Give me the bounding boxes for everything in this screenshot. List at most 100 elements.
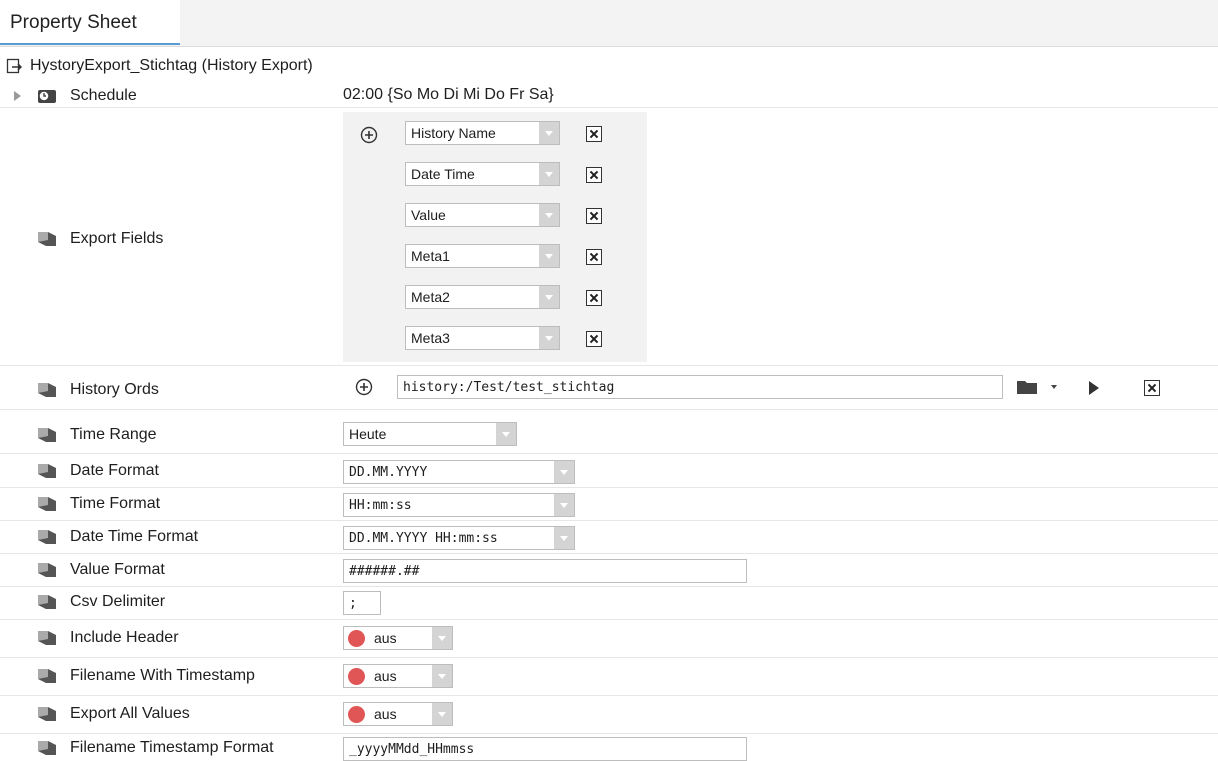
row-value-format: Value Format ######.## (0, 554, 1218, 587)
chevron-down-icon (539, 327, 559, 349)
chevron-down-icon (554, 461, 574, 483)
property-icon (38, 563, 56, 577)
export-field-dropdown-1[interactable]: History Name (405, 121, 560, 145)
property-icon (38, 383, 56, 397)
property-icon (38, 464, 56, 478)
add-ord-icon[interactable] (355, 378, 373, 396)
row-time-format: Time Format HH:mm:ss (0, 488, 1218, 521)
time-format-label: Time Format (70, 495, 161, 512)
tab-label: Property Sheet (10, 12, 137, 33)
remove-field-icon[interactable] (586, 208, 602, 224)
export-field-value: Meta1 (411, 248, 450, 264)
date-format-dropdown[interactable]: DD.MM.YYYY (343, 460, 575, 484)
chevron-down-icon (432, 665, 452, 687)
row-schedule: Schedule 02:00 {So Mo Di Mi Do Fr Sa} (0, 84, 1218, 108)
export-icon (6, 58, 22, 74)
export-field-value: Value (411, 207, 446, 223)
remove-ord-icon[interactable] (1144, 380, 1160, 396)
property-icon (38, 669, 56, 683)
schedule-icon (38, 90, 56, 103)
csv-delimiter-label: Csv Delimiter (70, 593, 166, 610)
remove-field-icon[interactable] (586, 249, 602, 265)
date-format-label: Date Format (70, 462, 159, 479)
node-title-text: HystoryExport_Stichtag (History Export) (30, 57, 313, 74)
include-header-value: aus (374, 630, 397, 646)
filename-timestamp-format-value: _yyyyMMdd_HHmmss (349, 742, 475, 757)
date-time-format-label: Date Time Format (70, 528, 199, 545)
value-format-value: ######.## (349, 564, 420, 579)
remove-field-icon[interactable] (586, 126, 602, 142)
status-off-icon (348, 630, 365, 647)
date-time-format-value: DD.MM.YYYY HH:mm:ss (349, 531, 498, 546)
remove-field-icon[interactable] (586, 290, 602, 306)
history-ord-input[interactable]: history:/Test/test_stichtag (397, 375, 1003, 399)
date-time-format-dropdown[interactable]: DD.MM.YYYY HH:mm:ss (343, 526, 575, 550)
add-field-icon[interactable] (360, 126, 378, 144)
chevron-down-icon (496, 423, 516, 445)
export-field-value: Date Time (411, 166, 475, 182)
export-field-value: History Name (411, 125, 496, 141)
remove-field-icon[interactable] (586, 167, 602, 183)
export-all-values-dropdown[interactable]: aus (343, 702, 453, 726)
expand-arrow-icon[interactable] (14, 91, 21, 101)
row-filename-with-timestamp: Filename With Timestamp aus (0, 658, 1218, 696)
schedule-label: Schedule (70, 87, 137, 104)
row-time-range: Time Range Heute (0, 410, 1218, 454)
chevron-down-icon (539, 204, 559, 226)
value-format-label: Value Format (70, 561, 165, 578)
time-format-dropdown[interactable]: HH:mm:ss (343, 493, 575, 517)
time-range-dropdown[interactable]: Heute (343, 422, 517, 446)
export-fields-label: Export Fields (70, 230, 164, 247)
folder-icon[interactable] (1017, 379, 1043, 395)
tab-bar: Property Sheet (0, 0, 1218, 47)
csv-delimiter-value: ; (349, 596, 357, 611)
value-format-input[interactable]: ######.## (343, 559, 747, 583)
filename-with-timestamp-value: aus (374, 668, 397, 684)
row-export-all-values: Export All Values aus (0, 696, 1218, 734)
schedule-value[interactable]: 02:00 {So Mo Di Mi Do Fr Sa} (343, 86, 554, 104)
time-range-value: Heute (349, 426, 387, 442)
row-include-header: Include Header aus (0, 620, 1218, 658)
export-all-values-value: aus (374, 706, 397, 722)
chevron-down-icon (539, 245, 559, 267)
history-ords-label: History Ords (70, 381, 159, 398)
property-icon (38, 741, 56, 755)
time-format-value: HH:mm:ss (349, 498, 412, 513)
include-header-label: Include Header (70, 629, 179, 646)
row-history-ords: History Ords history:/Test/test_stichtag (0, 366, 1218, 410)
export-field-dropdown-5[interactable]: Meta2 (405, 285, 560, 309)
chevron-down-icon (432, 703, 452, 725)
export-field-dropdown-4[interactable]: Meta1 (405, 244, 560, 268)
property-icon (38, 497, 56, 511)
status-off-icon (348, 706, 365, 723)
property-icon (38, 428, 56, 442)
export-field-value: Meta3 (411, 330, 450, 346)
property-icon (38, 631, 56, 645)
chevron-down-icon (539, 286, 559, 308)
chevron-down-icon (432, 627, 452, 649)
chevron-down-icon (539, 163, 559, 185)
history-ord-value: history:/Test/test_stichtag (403, 380, 615, 395)
export-field-dropdown-3[interactable]: Value (405, 203, 560, 227)
remove-field-icon[interactable] (586, 331, 602, 347)
status-off-icon (348, 668, 365, 685)
export-field-dropdown-6[interactable]: Meta3 (405, 326, 560, 350)
include-header-dropdown[interactable]: aus (343, 626, 453, 650)
chevron-down-icon[interactable] (1050, 384, 1058, 390)
play-icon[interactable] (1088, 380, 1100, 396)
filename-with-timestamp-dropdown[interactable]: aus (343, 664, 453, 688)
time-range-label: Time Range (70, 426, 157, 443)
node-title: HystoryExport_Stichtag (History Export) (6, 55, 313, 77)
filename-timestamp-format-input[interactable]: _yyyyMMdd_HHmmss (343, 737, 747, 761)
export-field-dropdown-2[interactable]: Date Time (405, 162, 560, 186)
filename-with-timestamp-label: Filename With Timestamp (70, 667, 255, 684)
property-icon (38, 707, 56, 721)
row-csv-delimiter: Csv Delimiter ; (0, 587, 1218, 620)
date-format-value: DD.MM.YYYY (349, 465, 428, 480)
tab-property-sheet[interactable]: Property Sheet (0, 0, 180, 45)
property-icon (38, 530, 56, 544)
row-date-time-format: Date Time Format DD.MM.YYYY HH:mm:ss (0, 521, 1218, 554)
property-icon (38, 595, 56, 609)
csv-delimiter-input[interactable]: ; (343, 591, 381, 615)
row-filename-timestamp-format: Filename Timestamp Format _yyyyMMdd_HHmm… (0, 734, 1218, 761)
